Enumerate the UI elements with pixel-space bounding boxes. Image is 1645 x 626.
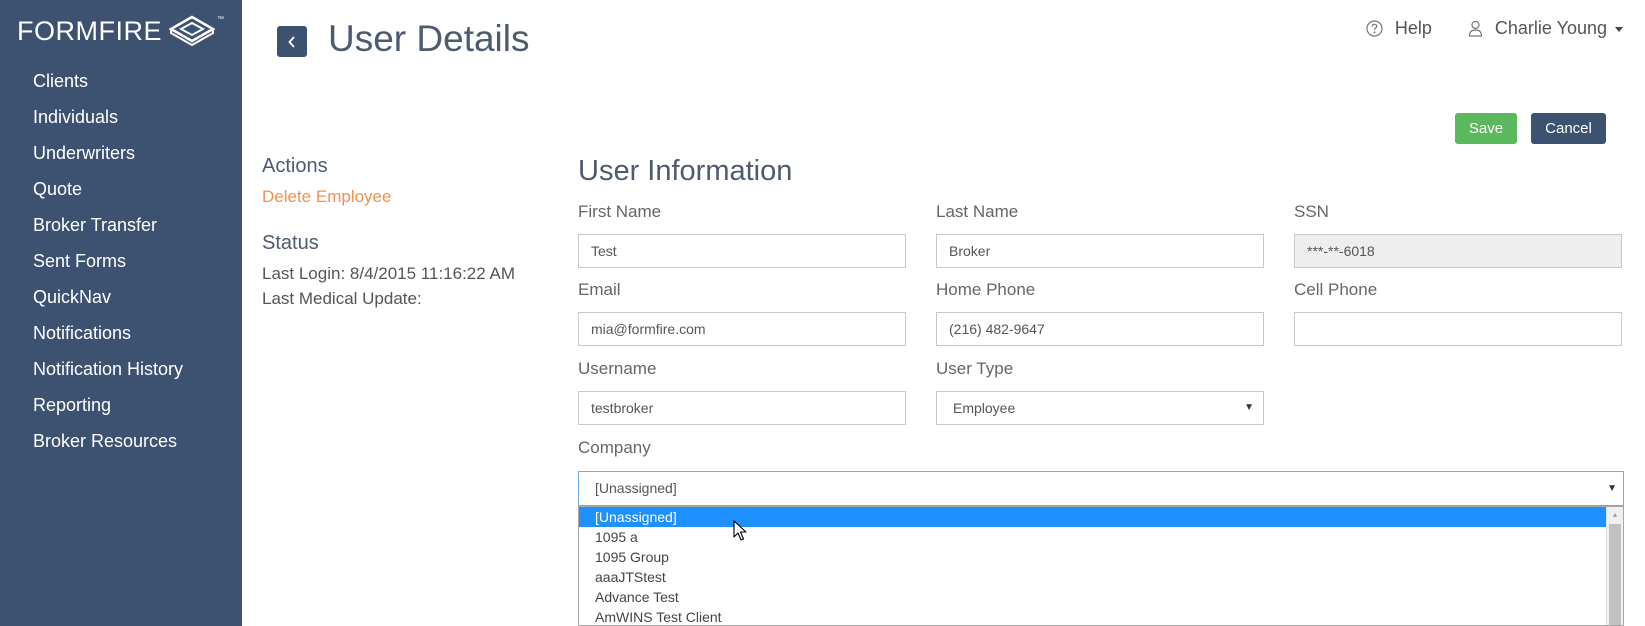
sidebar-item-reporting[interactable]: Reporting bbox=[0, 387, 242, 423]
sidebar-item-individuals[interactable]: Individuals bbox=[0, 99, 242, 135]
question-circle-icon bbox=[1366, 20, 1383, 37]
logo-text: FORMFIRE bbox=[17, 15, 162, 46]
logo-mark-icon bbox=[168, 15, 216, 47]
last-medical-update-text: Last Medical Update: bbox=[262, 289, 422, 308]
sidebar-item-notification-history[interactable]: Notification History bbox=[0, 351, 242, 387]
top-links: Help Charlie Young bbox=[1366, 18, 1623, 39]
company-value: [Unassigned] bbox=[595, 480, 677, 496]
user-name: Charlie Young bbox=[1494, 18, 1607, 38]
sidebar-item-quicknav[interactable]: QuickNav bbox=[0, 279, 242, 315]
dropdown-option[interactable]: 1095 Group bbox=[579, 547, 1623, 567]
scroll-up-arrow-icon[interactable]: ▲ bbox=[1607, 507, 1623, 523]
form-title: User Information bbox=[578, 155, 793, 187]
last-login-text: Last Login: 8/4/2015 11:16:22 AM bbox=[262, 264, 515, 283]
sidebar-item-broker-resources[interactable]: Broker Resources bbox=[0, 423, 242, 459]
formfire-logo[interactable]: FORMFIRE ™ bbox=[17, 14, 224, 48]
save-button[interactable]: Save bbox=[1455, 113, 1517, 144]
username-label: Username bbox=[578, 359, 657, 378]
scrollbar-thumb[interactable] bbox=[1609, 524, 1621, 625]
caret-down-icon bbox=[1615, 27, 1623, 32]
sidebar-nav: Clients Individuals Underwriters Quote B… bbox=[0, 63, 242, 459]
user-menu[interactable]: Charlie Young bbox=[1468, 18, 1623, 39]
cell-phone-label: Cell Phone bbox=[1294, 280, 1378, 299]
email-field[interactable]: mia@formfire.com bbox=[578, 312, 906, 346]
sidebar-item-notifications[interactable]: Notifications bbox=[0, 315, 242, 351]
select-arrow-icon: ▼ bbox=[1244, 402, 1254, 413]
last-name-field[interactable]: Broker bbox=[936, 234, 1264, 268]
cell-phone-field[interactable] bbox=[1294, 312, 1622, 346]
ssn-label: SSN bbox=[1294, 202, 1329, 221]
user-type-label: User Type bbox=[936, 359, 1014, 378]
status-heading: Status bbox=[262, 232, 319, 254]
dropdown-option[interactable]: AmWINS Test Client bbox=[579, 607, 1623, 625]
sidebar-item-sent-forms[interactable]: Sent Forms bbox=[0, 243, 242, 279]
dropdown-scrollbar[interactable]: ▲ bbox=[1606, 507, 1623, 625]
username-field[interactable]: testbroker bbox=[578, 391, 906, 425]
mouse-cursor-icon bbox=[733, 520, 747, 541]
chevron-left-icon bbox=[288, 35, 295, 48]
help-label: Help bbox=[1394, 18, 1432, 38]
first-name-label: First Name bbox=[578, 202, 662, 221]
cancel-button[interactable]: Cancel bbox=[1531, 113, 1606, 144]
help-link[interactable]: Help bbox=[1366, 18, 1432, 39]
actions-heading: Actions bbox=[262, 155, 328, 177]
home-phone-label: Home Phone bbox=[936, 280, 1036, 299]
first-name-field[interactable]: Test bbox=[578, 234, 906, 268]
sidebar-item-broker-transfer[interactable]: Broker Transfer bbox=[0, 207, 242, 243]
home-phone-field[interactable]: (216) 482-9647 bbox=[936, 312, 1264, 346]
company-label: Company bbox=[578, 438, 651, 457]
user-type-value: Employee bbox=[953, 400, 1016, 416]
dropdown-option[interactable]: aaaJTStest bbox=[579, 567, 1623, 587]
select-arrow-icon: ▼ bbox=[1607, 483, 1617, 494]
logo-trademark: ™ bbox=[217, 15, 224, 23]
company-select[interactable]: [Unassigned] ▼ bbox=[578, 471, 1624, 506]
back-button[interactable] bbox=[277, 26, 307, 57]
sidebar: FORMFIRE ™ Clients Individuals Underwrit… bbox=[0, 0, 242, 626]
sidebar-item-clients[interactable]: Clients bbox=[0, 63, 242, 99]
page-title: User Details bbox=[328, 18, 530, 59]
user-icon bbox=[1468, 20, 1482, 37]
ssn-field: ***-**-6018 bbox=[1294, 234, 1622, 268]
last-name-label: Last Name bbox=[936, 202, 1019, 221]
user-type-select[interactable]: Employee ▼ bbox=[936, 391, 1264, 425]
sidebar-item-underwriters[interactable]: Underwriters bbox=[0, 135, 242, 171]
sidebar-item-quote[interactable]: Quote bbox=[0, 171, 242, 207]
dropdown-option[interactable]: Advance Test bbox=[579, 587, 1623, 607]
email-label: Email bbox=[578, 280, 621, 299]
delete-employee-link[interactable]: Delete Employee bbox=[262, 187, 391, 207]
